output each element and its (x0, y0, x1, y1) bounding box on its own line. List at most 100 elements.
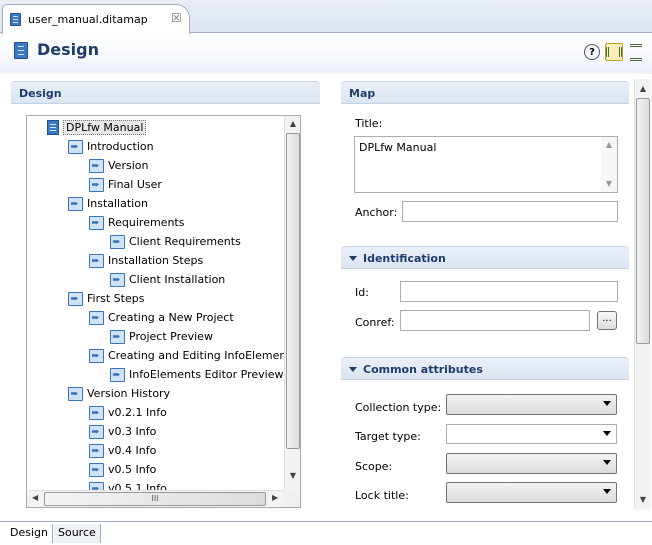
map-section-header: Map (341, 81, 629, 103)
tree-item-label: Installation Steps (108, 254, 204, 267)
tree-item[interactable]: Installation (68, 195, 148, 212)
tree-item[interactable]: Installation Steps (89, 252, 203, 269)
tree-item[interactable]: InfoElements Editor Preview (110, 366, 283, 383)
scroll-down-arrow-icon[interactable]: ▼ (635, 495, 651, 504)
tree-item[interactable]: Version (89, 157, 148, 174)
topicref-icon (68, 196, 83, 211)
topicref-icon (68, 291, 83, 306)
tree-item[interactable]: v0.2.1 Info (89, 404, 167, 421)
textarea-scroll-up-icon[interactable]: ▲ (601, 140, 617, 149)
topicref-icon (89, 215, 104, 230)
id-label: Id: (355, 286, 369, 299)
tree-item-label: Installation (87, 197, 148, 210)
common-attributes-section-title: Common attributes (363, 363, 483, 376)
tree-item-label: First Steps (87, 292, 145, 305)
conref-input[interactable] (400, 310, 590, 331)
tree-item[interactable]: Creating a New Project (89, 309, 234, 326)
id-input[interactable] (400, 281, 618, 302)
topicref-icon (89, 348, 104, 363)
topicref-icon (110, 329, 125, 344)
tree-item-label: Client Installation (129, 273, 226, 286)
topicref-icon (89, 158, 104, 173)
editor-tab-user-manual[interactable]: user_manual.ditamap ☒ (2, 4, 190, 34)
tree-horizontal-scroll-thumb[interactable]: III (44, 492, 266, 506)
tree-item[interactable]: DPLfw Manual (47, 119, 147, 136)
topicref-icon (89, 443, 104, 458)
topicref-icon (68, 139, 83, 154)
design-section-header: Design (11, 81, 320, 103)
tree-item[interactable]: Version History (68, 385, 170, 402)
scroll-left-arrow-icon[interactable]: ◀ (32, 493, 38, 502)
scroll-down-arrow-icon[interactable]: ▼ (285, 471, 300, 480)
tree-item-label: v0.2.1 Info (108, 406, 167, 419)
browse-conref-button[interactable]: ... (597, 311, 617, 330)
tree-item[interactable]: Creating and Editing InfoElements (89, 347, 296, 364)
tree-item[interactable]: v0.5 Info (89, 461, 156, 478)
chevron-down-icon (603, 431, 611, 436)
outline-tree[interactable]: DPLfw Manual Introduction Version Final Use… (26, 115, 301, 508)
tree-item[interactable]: v0.3 Info (89, 423, 156, 440)
common-attributes-section-header[interactable]: Common attributes (341, 357, 629, 379)
scroll-up-arrow-icon[interactable]: ▲ (285, 119, 300, 128)
topicref-icon (89, 405, 104, 420)
tree-item[interactable]: v0.4 Info (89, 442, 156, 459)
scroll-corner (284, 490, 300, 507)
tree-item-label: v0.4 Info (108, 444, 157, 457)
form-header: Design ? (0, 34, 652, 74)
design-section-title: Design (19, 87, 62, 100)
tree-item[interactable]: Requirements (89, 214, 184, 231)
tree-item[interactable]: Client Requirements (110, 233, 241, 250)
form-vertical-scroll-thumb[interactable] (636, 98, 650, 344)
tree-horizontal-scrollbar[interactable]: ◀ III ▶ (27, 490, 284, 507)
identification-section-divider (341, 268, 629, 269)
identification-section-header[interactable]: Identification (341, 246, 629, 268)
tree-item-label: Version (108, 159, 149, 172)
tree-vertical-scroll-thumb[interactable] (286, 133, 300, 449)
help-icon[interactable]: ? (584, 44, 600, 60)
target-type-dropdown[interactable] (446, 424, 617, 444)
title-textarea-scrollbar[interactable]: ▲ ▼ (601, 137, 617, 192)
collection-type-dropdown[interactable] (446, 394, 617, 415)
close-icon[interactable]: ☒ (171, 11, 182, 25)
horizontal-layout-icon[interactable] (605, 43, 623, 61)
scope-dropdown[interactable] (446, 453, 617, 474)
title-textarea[interactable]: DPLfw Manual ▲ ▼ (354, 136, 618, 193)
tree-vertical-scrollbar[interactable]: ▲ ▼ (284, 116, 300, 490)
tree-item[interactable]: First Steps (68, 290, 144, 307)
collection-type-label: Collection type: (355, 401, 442, 414)
vertical-layout-icon[interactable] (627, 43, 645, 61)
tree-item-label: Project Preview (129, 330, 213, 343)
topicref-icon (89, 253, 104, 268)
tree-item[interactable]: Introduction (68, 138, 154, 155)
topicref-icon (89, 424, 104, 439)
common-attributes-section-divider (341, 379, 629, 380)
ditamap-icon (14, 42, 28, 59)
chevron-down-icon (603, 460, 611, 465)
topicref-icon (110, 234, 125, 249)
map-section-divider (341, 103, 629, 104)
scroll-up-arrow-icon[interactable]: ▲ (635, 84, 651, 93)
ditamap-file-icon (10, 13, 21, 26)
tree-item-label: v0.3 Info (108, 425, 157, 438)
scroll-right-arrow-icon[interactable]: ▶ (272, 493, 278, 502)
tree-item-label: Creating and Editing InfoElements (108, 349, 297, 362)
topicref-icon (89, 177, 104, 192)
form-vertical-scrollbar[interactable]: ▲ ▼ (634, 79, 651, 509)
tree-item[interactable]: Client Installation (110, 271, 225, 288)
textarea-scroll-down-icon[interactable]: ▼ (601, 179, 617, 188)
tab-source[interactable]: Source (54, 524, 101, 543)
design-section-divider (11, 103, 320, 104)
tree-item[interactable]: Project Preview (110, 328, 213, 345)
chevron-down-icon (603, 489, 611, 494)
tree-item-label: InfoElements Editor Preview (129, 368, 284, 381)
tab-design[interactable]: Design (6, 524, 53, 543)
topicref-icon (89, 310, 104, 325)
lock-title-dropdown[interactable] (446, 482, 617, 503)
anchor-input[interactable] (402, 201, 618, 222)
topicref-icon (89, 462, 104, 477)
chevron-down-icon (603, 401, 611, 406)
title-textarea-value: DPLfw Manual (359, 141, 437, 154)
map-section-title: Map (349, 87, 376, 100)
tree-item[interactable]: Final User (89, 176, 162, 193)
page-title: Design (37, 40, 99, 59)
